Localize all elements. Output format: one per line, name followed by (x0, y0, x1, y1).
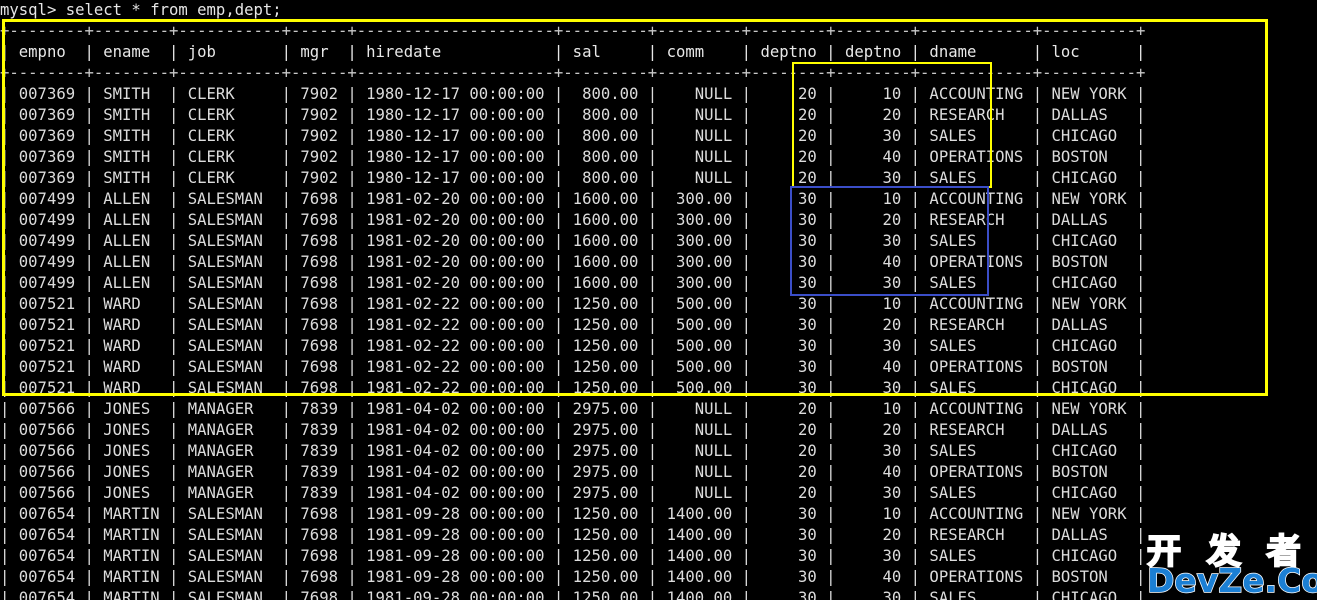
table-row: | 007369 | SMITH | CLERK | 7902 | 1980-1… (0, 169, 1146, 187)
table-row: | 007369 | SMITH | CLERK | 7902 | 1980-1… (0, 106, 1146, 124)
table-row: | 007521 | WARD | SALESMAN | 7698 | 1981… (0, 379, 1146, 397)
table-separator: +--------+--------+-----------+------+--… (0, 22, 1146, 40)
table-row: | 007499 | ALLEN | SALESMAN | 7698 | 198… (0, 274, 1146, 292)
table-row: | 007369 | SMITH | CLERK | 7902 | 1980-1… (0, 85, 1146, 103)
table-row: | 007499 | ALLEN | SALESMAN | 7698 | 198… (0, 211, 1146, 229)
table-row: | 007654 | MARTIN | SALESMAN | 7698 | 19… (0, 547, 1146, 565)
terminal-screen: mysql> select * from emp,dept; +--------+… (0, 0, 1317, 600)
table-separator: +--------+--------+-----------+------+--… (0, 64, 1146, 82)
table-row: | 007499 | ALLEN | SALESMAN | 7698 | 198… (0, 232, 1146, 250)
table-row: | 007499 | ALLEN | SALESMAN | 7698 | 198… (0, 253, 1146, 271)
table-row: | 007566 | JONES | MANAGER | 7839 | 1981… (0, 421, 1146, 439)
table-row: | 007654 | MARTIN | SALESMAN | 7698 | 19… (0, 505, 1146, 523)
table-row: | 007369 | SMITH | CLERK | 7902 | 1980-1… (0, 148, 1146, 166)
table-row: | 007521 | WARD | SALESMAN | 7698 | 1981… (0, 337, 1146, 355)
table-row: | 007654 | MARTIN | SALESMAN | 7698 | 19… (0, 568, 1146, 586)
table-row: | 007654 | MARTIN | SALESMAN | 7698 | 19… (0, 589, 1146, 600)
table-header-row: | empno | ename | job | mgr | hiredate |… (0, 43, 1146, 61)
table-row: | 007369 | SMITH | CLERK | 7902 | 1980-1… (0, 127, 1146, 145)
table-row: | 007521 | WARD | SALESMAN | 7698 | 1981… (0, 358, 1146, 376)
table-row: | 007566 | JONES | MANAGER | 7839 | 1981… (0, 484, 1146, 502)
table-row: | 007566 | JONES | MANAGER | 7839 | 1981… (0, 442, 1146, 460)
table-row: | 007499 | ALLEN | SALESMAN | 7698 | 198… (0, 190, 1146, 208)
prompt-line: mysql> select * from emp,dept; (0, 1, 282, 19)
terminal-output[interactable]: mysql> select * from emp,dept; +--------+… (0, 0, 1317, 600)
table-row: | 007566 | JONES | MANAGER | 7839 | 1981… (0, 400, 1146, 418)
table-row: | 007654 | MARTIN | SALESMAN | 7698 | 19… (0, 526, 1146, 544)
table-row: | 007566 | JONES | MANAGER | 7839 | 1981… (0, 463, 1146, 481)
table-row: | 007521 | WARD | SALESMAN | 7698 | 1981… (0, 295, 1146, 313)
table-row: | 007521 | WARD | SALESMAN | 7698 | 1981… (0, 316, 1146, 334)
